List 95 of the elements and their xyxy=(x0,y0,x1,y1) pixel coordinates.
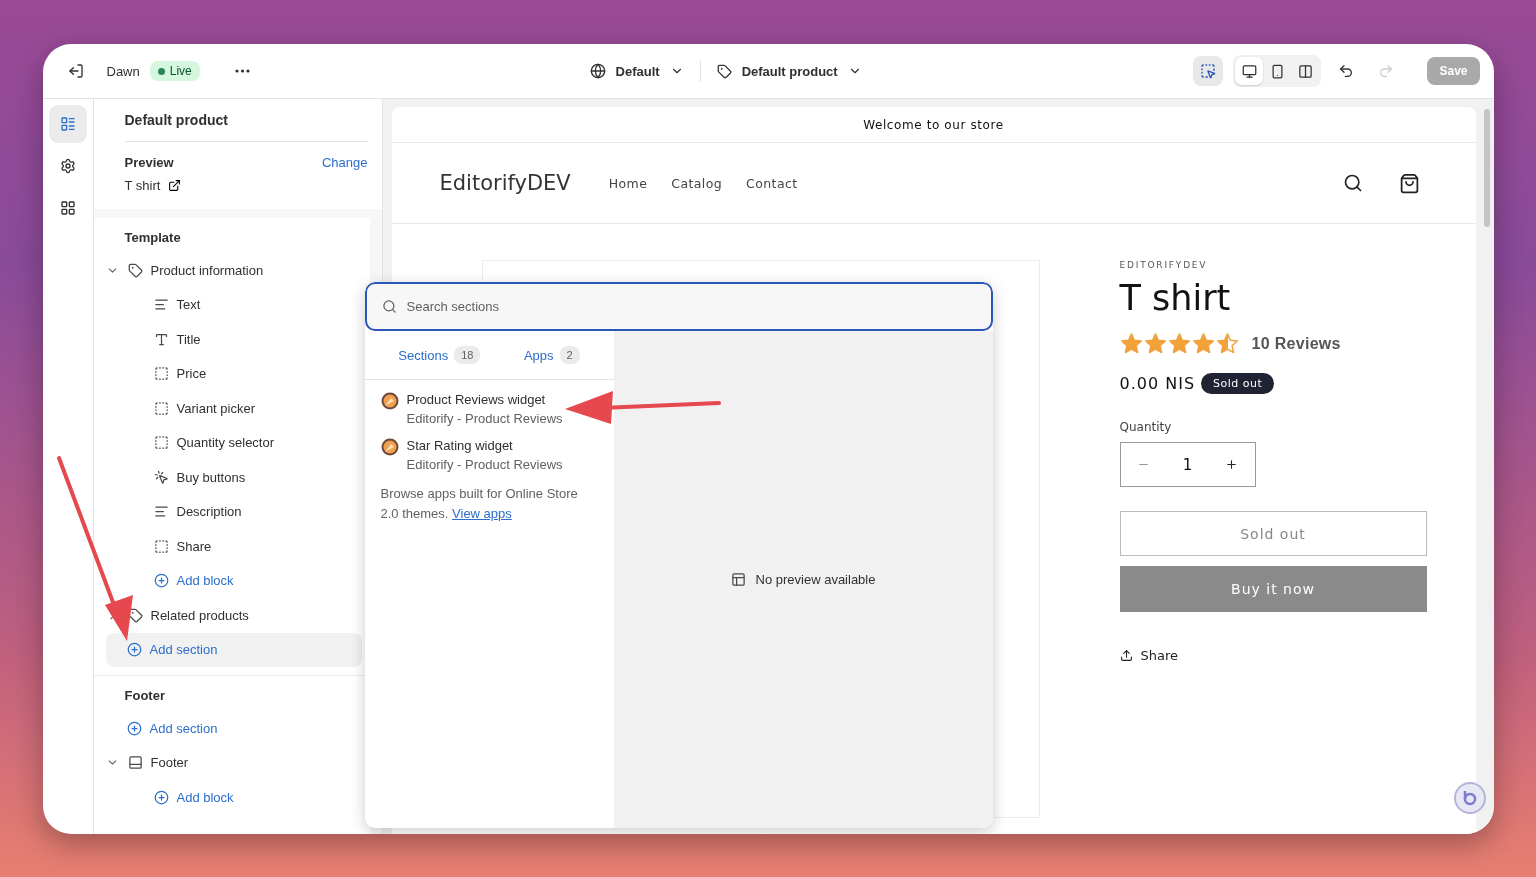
add-section-button[interactable]: Add section xyxy=(105,711,362,746)
more-icon xyxy=(235,69,251,73)
footer-layout-icon xyxy=(127,755,143,771)
theme-name: Dawn xyxy=(106,63,140,79)
sold-out-button[interactable]: Sold out xyxy=(1119,511,1427,556)
app-vendor: Editorify - Product Reviews xyxy=(406,457,563,472)
star-icon xyxy=(1143,332,1167,355)
search-sections-field[interactable]: Search sections xyxy=(364,282,993,331)
search-icon xyxy=(1342,173,1363,193)
block-item[interactable]: Title xyxy=(105,322,362,357)
tag-icon xyxy=(127,607,143,623)
selection-pointer-icon xyxy=(1200,63,1217,79)
plus-icon xyxy=(1225,458,1239,471)
search-icon xyxy=(381,299,397,314)
product-vendor: EDITORIFYDEV xyxy=(1119,260,1209,270)
quantity-field[interactable]: 1 xyxy=(1119,442,1256,487)
view-apps-link[interactable]: View apps xyxy=(452,506,512,521)
add-block-button[interactable]: Add block xyxy=(105,563,362,598)
sections-icon xyxy=(59,116,76,132)
panel-title: Default product xyxy=(124,99,368,142)
star-icon xyxy=(1119,332,1143,355)
tag-icon xyxy=(127,262,143,278)
dashed-square-icon xyxy=(153,538,169,554)
block-item[interactable]: Price xyxy=(105,356,362,391)
template-dropdown[interactable]: Default xyxy=(583,59,690,83)
sold-out-badge: Sold out xyxy=(1201,373,1275,394)
text-lines-icon xyxy=(153,297,169,313)
globe-icon xyxy=(589,63,606,79)
exit-icon xyxy=(67,63,84,79)
no-preview-text: No preview available xyxy=(755,572,876,587)
external-link-icon xyxy=(168,179,182,192)
announcement-text: Welcome to our store xyxy=(863,117,1004,132)
add-block-button[interactable]: Add block xyxy=(105,780,362,815)
text-lines-icon xyxy=(153,504,169,520)
phone-icon xyxy=(1270,63,1285,79)
preview-label: Preview xyxy=(124,155,175,170)
undo-icon xyxy=(1338,63,1355,79)
section-item[interactable]: Footer xyxy=(105,745,362,780)
change-link[interactable]: Change xyxy=(321,155,368,193)
product-price: 0.00 NIS xyxy=(1119,374,1196,393)
app-name[interactable]: Star Rating widget xyxy=(406,438,563,453)
star-icon xyxy=(1215,332,1239,355)
picker-tab[interactable]: Apps 2 xyxy=(523,346,580,364)
page-dropdown[interactable]: Default product xyxy=(710,59,868,83)
share-icon xyxy=(1119,649,1133,662)
block-item[interactable]: Share xyxy=(105,529,362,564)
tag-icon xyxy=(716,63,732,79)
group-title: Footer xyxy=(123,688,166,705)
status-badge: Live xyxy=(149,61,200,81)
app-logo-icon xyxy=(380,392,399,410)
add-icon xyxy=(126,642,142,658)
add-icon xyxy=(126,720,142,736)
app-vendor: Editorify - Product Reviews xyxy=(406,411,563,426)
pointer-click-icon xyxy=(153,469,169,485)
block-item[interactable]: Buy buttons xyxy=(105,460,362,495)
nav-link[interactable]: Catalog xyxy=(671,175,723,191)
app-name[interactable]: Product Reviews widget xyxy=(406,392,563,407)
store-logo: EditorifyDEV xyxy=(439,171,571,195)
app-logo-icon xyxy=(380,438,399,456)
preview-value: T shirt xyxy=(124,178,161,193)
nav-link[interactable]: Contact xyxy=(746,175,798,191)
scrollbar[interactable] xyxy=(1483,109,1490,227)
letter-icon xyxy=(153,331,169,347)
settings-icon xyxy=(59,158,76,174)
share-button[interactable]: Share xyxy=(1119,648,1426,663)
browse-apps-text: Browse apps built for Online Store 2.0 themes. View apps xyxy=(380,485,579,523)
apps-icon xyxy=(59,200,76,216)
nav-link[interactable]: Home xyxy=(608,175,648,191)
block-item[interactable]: Description xyxy=(105,494,362,529)
full-width-icon xyxy=(1298,63,1313,79)
add-icon xyxy=(153,573,169,589)
block-item[interactable]: Quantity selector xyxy=(105,425,362,460)
reviews-count: 10 Reviews xyxy=(1251,334,1341,353)
quantity-label: Quantity xyxy=(1119,420,1173,434)
desktop-icon xyxy=(1242,63,1257,79)
inspector-button[interactable] xyxy=(1193,56,1224,86)
cart-icon xyxy=(1398,172,1420,194)
add-icon xyxy=(153,789,169,805)
star-icon xyxy=(1191,332,1215,355)
group-title: Template xyxy=(123,230,182,247)
view-mode-button[interactable] xyxy=(1235,57,1264,85)
star-icon xyxy=(1167,332,1191,355)
dashed-square-icon xyxy=(153,435,169,451)
product-title: T shirt xyxy=(1119,278,1232,318)
widget-launcher[interactable] xyxy=(1453,782,1486,814)
add-section-button[interactable]: Add section xyxy=(105,632,362,667)
redo-icon xyxy=(1378,63,1395,79)
section-item[interactable]: Product information xyxy=(105,253,362,288)
layout-icon xyxy=(730,572,746,587)
dashed-square-icon xyxy=(153,400,169,416)
ring-logo-icon xyxy=(1461,790,1478,806)
block-item[interactable]: Variant picker xyxy=(105,391,362,426)
block-item[interactable]: Text xyxy=(105,287,362,322)
picker-tab[interactable]: Sections 18 xyxy=(398,346,481,364)
dashed-square-icon xyxy=(153,366,169,382)
